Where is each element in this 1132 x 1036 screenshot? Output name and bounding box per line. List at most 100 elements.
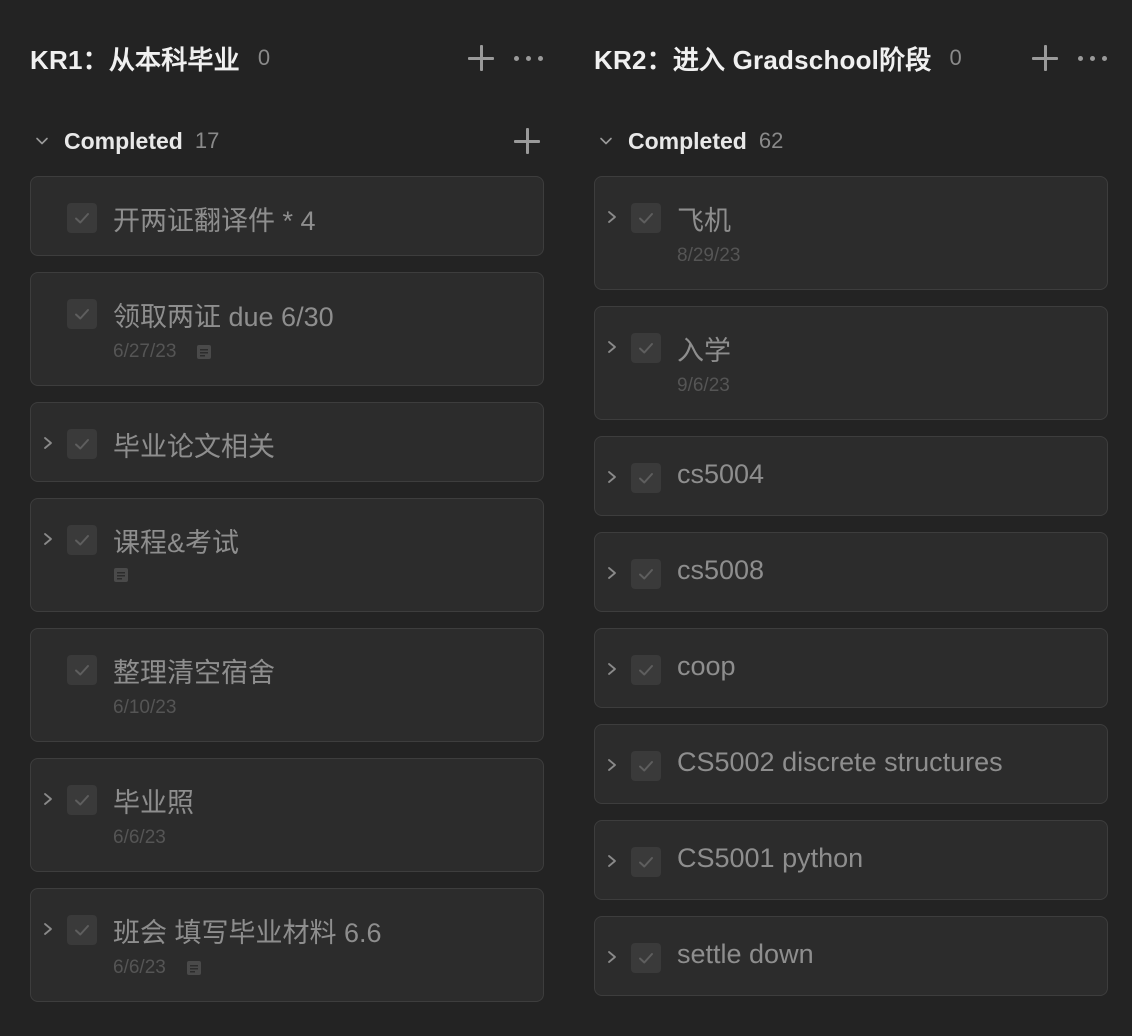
task-card[interactable]: 入学 9/6/23 bbox=[594, 306, 1108, 420]
plus-icon bbox=[1030, 43, 1060, 73]
task-title: cs5008 bbox=[677, 555, 765, 585]
task-date: 9/6/23 bbox=[677, 375, 730, 396]
checkbox[interactable] bbox=[631, 559, 661, 589]
checkmark-icon bbox=[639, 761, 653, 772]
task-card[interactable]: CS5001 python bbox=[594, 820, 1108, 900]
chevron-right-icon[interactable] bbox=[605, 207, 619, 227]
task-title: 课程&考试 bbox=[113, 528, 240, 558]
section-header-completed: Completed 62 bbox=[594, 120, 1110, 162]
chevron-right-icon[interactable] bbox=[605, 563, 619, 583]
task-date: 6/10/23 bbox=[113, 697, 177, 718]
checkmark-icon bbox=[639, 953, 653, 964]
checkbox[interactable] bbox=[67, 785, 97, 815]
task-title: cs5004 bbox=[677, 459, 765, 489]
task-card[interactable]: cs5008 bbox=[594, 532, 1108, 612]
more-options-icon[interactable] bbox=[512, 43, 546, 73]
checkbox[interactable] bbox=[67, 915, 97, 945]
chevron-right-icon[interactable] bbox=[41, 433, 55, 453]
task-title: CS5002 discrete structures bbox=[677, 747, 1003, 777]
column-title[interactable]: KR2：进入 Gradschool阶段 bbox=[594, 40, 932, 77]
checkbox[interactable] bbox=[67, 429, 97, 459]
section-count: 17 bbox=[194, 128, 220, 153]
column-header: KR2：进入 Gradschool阶段 0 bbox=[594, 36, 1110, 80]
task-card[interactable]: 毕业照 6/6/23 bbox=[30, 758, 544, 872]
task-date: 6/27/23 bbox=[113, 341, 177, 362]
checkbox[interactable] bbox=[631, 203, 661, 233]
checkmark-icon bbox=[75, 665, 89, 676]
add-task-button[interactable] bbox=[1030, 43, 1060, 73]
task-title: 开两证翻译件 * 4 bbox=[113, 206, 316, 236]
checkmark-icon bbox=[639, 665, 653, 676]
task-card[interactable]: 毕业论文相关 bbox=[30, 402, 544, 482]
task-title: 班会 填写毕业材料 6.6 bbox=[113, 918, 382, 948]
task-title: 毕业照 bbox=[113, 788, 194, 818]
task-date: 8/29/23 bbox=[677, 245, 741, 266]
task-title: 领取两证 due 6/30 bbox=[113, 302, 334, 332]
more-options-icon[interactable] bbox=[1076, 43, 1110, 73]
note-icon bbox=[186, 960, 202, 976]
checkmark-icon bbox=[75, 309, 89, 320]
checkmark-icon bbox=[75, 925, 89, 936]
checkbox[interactable] bbox=[67, 299, 97, 329]
chevron-right-icon[interactable] bbox=[605, 467, 619, 487]
chevron-right-icon[interactable] bbox=[41, 529, 55, 549]
checkbox[interactable] bbox=[67, 525, 97, 555]
chevron-right-icon[interactable] bbox=[605, 851, 619, 871]
checkbox[interactable] bbox=[631, 943, 661, 973]
chevron-right-icon[interactable] bbox=[605, 659, 619, 679]
task-card[interactable]: 课程&考试 bbox=[30, 498, 544, 612]
checkmark-icon bbox=[639, 213, 653, 224]
section-title[interactable]: Completed bbox=[628, 128, 747, 155]
column-count: 0 bbox=[949, 45, 962, 70]
task-title: 飞机 bbox=[677, 206, 731, 236]
task-card[interactable]: 开两证翻译件 * 4 bbox=[30, 176, 544, 256]
task-title: 入学 bbox=[677, 336, 731, 366]
task-card[interactable]: 领取两证 due 6/30 6/27/23 bbox=[30, 272, 544, 386]
chevron-right-icon[interactable] bbox=[605, 755, 619, 775]
section-add-button[interactable] bbox=[512, 126, 542, 156]
checkbox[interactable] bbox=[631, 751, 661, 781]
section-count: 62 bbox=[758, 128, 784, 153]
task-card[interactable]: coop bbox=[594, 628, 1108, 708]
kanban-board: KR1：从本科毕业 0 Completed 17 开两证翻译件 * 4 领取两证… bbox=[0, 0, 1132, 1036]
section-header-completed: Completed 17 bbox=[30, 120, 546, 162]
checkmark-icon bbox=[75, 795, 89, 806]
checkbox[interactable] bbox=[631, 847, 661, 877]
task-title: settle down bbox=[677, 939, 814, 969]
checkmark-icon bbox=[75, 535, 89, 546]
checkmark-icon bbox=[639, 473, 653, 484]
task-title: 整理清空宿舍 bbox=[113, 658, 275, 688]
checkmark-icon bbox=[75, 213, 89, 224]
checkmark-icon bbox=[639, 343, 653, 354]
checkbox[interactable] bbox=[631, 333, 661, 363]
plus-icon bbox=[466, 43, 496, 73]
task-card[interactable]: 班会 填写毕业材料 6.6 6/6/23 bbox=[30, 888, 544, 1002]
task-card[interactable]: 整理清空宿舍 6/10/23 bbox=[30, 628, 544, 742]
chevron-right-icon[interactable] bbox=[41, 789, 55, 809]
column-title[interactable]: KR1：从本科毕业 bbox=[30, 40, 240, 77]
task-card[interactable]: CS5002 discrete structures bbox=[594, 724, 1108, 804]
column-count: 0 bbox=[257, 45, 271, 70]
checkmark-icon bbox=[639, 569, 653, 580]
chevron-right-icon[interactable] bbox=[605, 337, 619, 357]
checkbox[interactable] bbox=[631, 463, 661, 493]
chevron-down-icon[interactable] bbox=[594, 129, 618, 153]
task-title: 毕业论文相关 bbox=[113, 432, 275, 462]
chevron-down-icon[interactable] bbox=[30, 129, 54, 153]
task-title: coop bbox=[677, 651, 736, 681]
task-card[interactable]: settle down bbox=[594, 916, 1108, 996]
task-title: CS5001 python bbox=[677, 843, 864, 873]
checkmark-icon bbox=[639, 857, 653, 868]
chevron-right-icon[interactable] bbox=[41, 919, 55, 939]
add-task-button[interactable] bbox=[466, 43, 496, 73]
column-header: KR1：从本科毕业 0 bbox=[30, 36, 546, 80]
task-card[interactable]: 飞机 8/29/23 bbox=[594, 176, 1108, 290]
checkbox[interactable] bbox=[631, 655, 661, 685]
section-title[interactable]: Completed bbox=[64, 128, 183, 155]
checkbox[interactable] bbox=[67, 203, 97, 233]
task-card[interactable]: cs5004 bbox=[594, 436, 1108, 516]
plus-icon bbox=[512, 126, 542, 156]
chevron-right-icon[interactable] bbox=[605, 947, 619, 967]
checkbox[interactable] bbox=[67, 655, 97, 685]
checkmark-icon bbox=[75, 439, 89, 450]
